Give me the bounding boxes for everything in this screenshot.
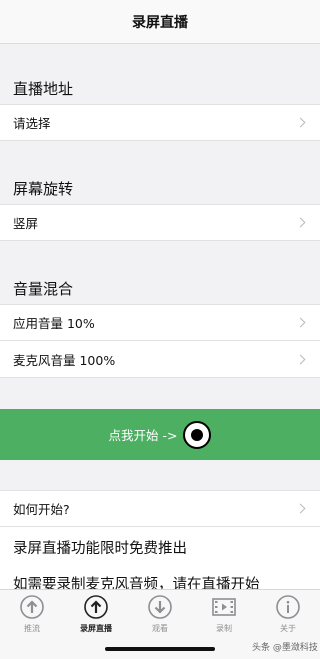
start-button-label: 点我开始 -> [108,428,178,443]
watermark: 头条 @墨潋科技 [252,643,318,653]
upload-circle-icon [84,595,108,619]
rotation-select-label: 竖屏 [13,216,39,231]
download-circle-icon [148,595,172,619]
home-indicator [105,647,215,651]
chevron-right-icon [295,503,306,514]
address-select-row[interactable]: 请选择 [0,104,320,141]
tab-label: 录屏直播 [80,624,112,633]
app-volume-label: 应用音量 10% [13,316,95,331]
info-panel: 录屏直播功能限时免费推出 如需要录制麦克风音频，请在直播开始 [0,527,320,589]
nav-bar: 录屏直播 [0,0,320,44]
chevron-right-icon [295,354,306,364]
tab-push[interactable]: 推流 [0,590,64,659]
tab-label: 推流 [24,624,40,633]
upload-circle-icon [20,595,44,619]
chevron-right-icon [295,317,306,328]
tab-label: 录制 [216,624,232,633]
section-header-address: 直播地址 [13,80,74,98]
record-icon [183,420,212,449]
chevron-right-icon [295,117,306,128]
info-title: 录屏直播功能限时免费推出 [13,541,187,557]
mic-volume-label: 麦克风音量 100% [13,352,116,368]
info-circle-icon [276,595,300,619]
address-select-label: 请选择 [13,116,51,131]
page-title: 录屏直播 [132,14,188,31]
tab-label: 关于 [280,624,296,633]
chevron-right-icon [295,217,306,228]
info-body: 如需要录制麦克风音频，请在直播开始 [13,577,260,589]
help-row[interactable]: 如何开始? [0,490,320,527]
help-row-label: 如何开始? [13,502,70,517]
app-volume-row[interactable]: 应用音量 10% [0,304,320,341]
tab-label: 观看 [152,624,168,633]
section-header-audio: 音量混合 [13,280,74,298]
start-button[interactable]: 点我开始 -> [0,409,320,460]
mic-volume-row[interactable]: 麦克风音量 100% [0,341,320,378]
film-icon [212,598,236,616]
section-header-rotation: 屏幕旋转 [13,180,74,198]
rotation-select-row[interactable]: 竖屏 [0,204,320,241]
